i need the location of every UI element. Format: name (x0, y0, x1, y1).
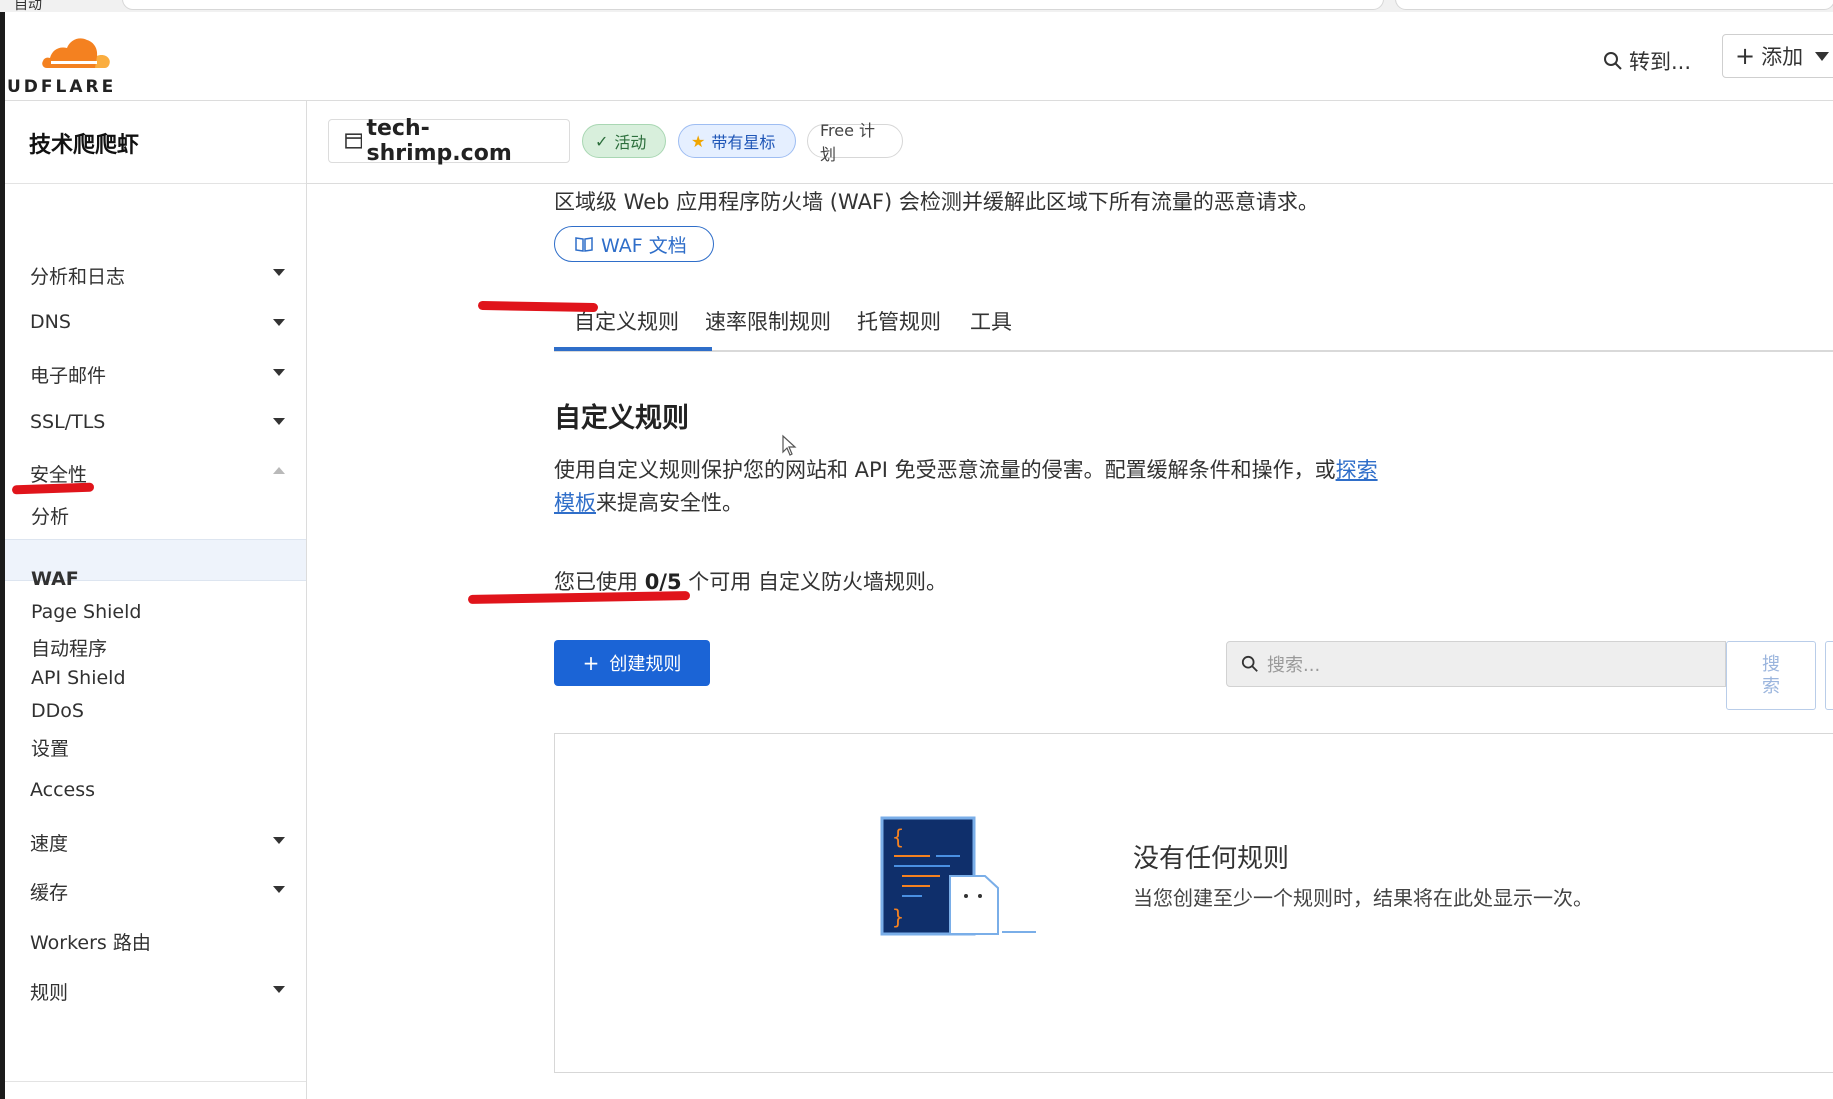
waf-docs-button[interactable]: WAF 文档 (554, 226, 714, 262)
chevron-down-icon[interactable] (273, 269, 285, 276)
search-input[interactable]: 搜索... (1226, 641, 1726, 687)
plus-icon: + (582, 651, 600, 675)
sidebar-sub-page-shield[interactable]: Page Shield (31, 601, 141, 623)
search-button-label: 搜索 (1762, 653, 1780, 697)
tab-rate-limit-rules[interactable]: 速率限制规则 (705, 306, 831, 336)
sidebar-item-access[interactable]: Access (30, 779, 95, 801)
browser-address-bar[interactable] (122, 0, 1384, 10)
add-button[interactable]: + 添加 (1722, 34, 1833, 78)
sidebar-sub-settings[interactable]: 设置 (31, 734, 69, 761)
sidebar-item-caching[interactable]: 缓存 (30, 878, 68, 905)
goto-label: 转到... (1629, 50, 1692, 74)
chevron-down-icon[interactable] (273, 369, 285, 376)
star-icon: ★ (691, 131, 706, 151)
empty-state-title: 没有任何规则 (1133, 844, 1290, 874)
sidebar-item-ssl-tls[interactable]: SSL/TLS (30, 411, 105, 433)
search-placeholder: 搜索... (1267, 655, 1321, 676)
waf-docs-label: WAF 文档 (601, 234, 687, 257)
sidebar-item-rules[interactable]: 规则 (30, 978, 68, 1005)
cloud-icon (42, 38, 110, 68)
book-icon (575, 237, 593, 252)
clear-search-button[interactable] (1825, 641, 1833, 710)
browser-tab-strip: 自动 (0, 0, 1833, 13)
status-badge: ✓ 活动 (582, 124, 666, 158)
svg-text:}: } (892, 905, 904, 929)
section-title: 自定义规则 (554, 403, 689, 434)
zone-domain: tech-shrimp.com (366, 116, 512, 166)
usage-suffix: 个可用 自定义防火墙规则。 (681, 570, 947, 594)
plan-badge: Free 计划 (807, 121, 903, 164)
sidebar-item-email[interactable]: 电子邮件 (30, 361, 106, 388)
star-badge[interactable]: ★ 带有星标 (678, 124, 796, 158)
chevron-down-icon[interactable] (273, 986, 285, 993)
check-icon: ✓ (595, 131, 609, 151)
sidebar-item-analytics-logs[interactable]: 分析和日志 (30, 262, 125, 289)
add-label: 添加 (1761, 45, 1804, 69)
tabs-divider (554, 350, 1833, 352)
divider (5, 1081, 306, 1082)
sidebar-item-workers-routes[interactable]: Workers 路由 (30, 928, 151, 955)
browser-toolbar-pill[interactable] (1395, 0, 1833, 10)
explore-link-part1[interactable]: 探索 (1336, 458, 1378, 482)
sidebar-sub-waf[interactable]: WAF (31, 568, 79, 590)
divider (5, 183, 306, 184)
search-icon (1604, 52, 1622, 70)
chevron-down-icon[interactable] (273, 886, 285, 893)
empty-state-description: 当您创建至少一个规则时，结果将在此处显示一次。 (1133, 886, 1593, 910)
sidebar-sub-bots[interactable]: 自动程序 (31, 634, 107, 661)
cloudflare-logo[interactable]: UDFLARE (5, 28, 130, 98)
plan-badge-label: Free 计划 (820, 121, 876, 164)
sidebar-sub-analytics[interactable]: 分析 (31, 502, 69, 529)
create-rule-label: 创建规则 (609, 654, 682, 675)
top-header: UDFLARE 转到... + 添加 (5, 12, 1833, 101)
goto-search[interactable]: 转到... (1603, 46, 1691, 76)
sidebar-sub-ddos[interactable]: DDoS (31, 700, 84, 722)
mouse-cursor-icon (782, 434, 797, 456)
chevron-up-icon[interactable] (273, 467, 285, 474)
logo-wordmark: UDFLARE (7, 77, 117, 97)
tab-managed-rules[interactable]: 托管规则 (857, 306, 941, 336)
desc-text: 使用自定义规则保护您的网站和 API 免受恶意流量的侵害。配置缓解条件和操作，或 (554, 458, 1336, 482)
empty-state-panel: { } 没有任何规则 当您创建至少一个规则时，结果将在此处显示一次。 (554, 733, 1833, 1073)
chevron-down-icon[interactable] (273, 319, 285, 326)
chevron-down-icon[interactable] (273, 418, 285, 425)
sidebar-sub-api-shield[interactable]: API Shield (31, 667, 126, 689)
sidebar: 技术爬爬虾 分析和日志 DNS 电子邮件 SSL/TLS 安全性 分析 事件 W… (5, 101, 307, 1099)
browser-window-icon (345, 133, 363, 149)
create-rule-button[interactable]: + 创建规则 (554, 640, 710, 686)
svg-text:{: { (892, 825, 904, 849)
waf-intro-text: 区域级 Web 应用程序防火墙 (WAF) 会检测并缓解此区域下所有流量的恶意请… (554, 190, 1319, 214)
chevron-down-icon[interactable] (273, 837, 285, 844)
search-button[interactable]: 搜索 (1726, 641, 1816, 710)
usage-prefix: 您已使用 (554, 570, 645, 594)
document-code-icon: { } (880, 816, 1036, 936)
section-description: 使用自定义规则保护您的网站和 API 免受恶意流量的侵害。配置缓解条件和操作，或… (554, 454, 1434, 520)
zone-selector[interactable]: tech-shrimp.com (328, 116, 570, 166)
main-content: 区域级 Web 应用程序防火墙 (WAF) 会检测并缓解此区域下所有流量的恶意请… (307, 184, 1833, 1099)
search-icon (1241, 655, 1258, 672)
star-badge-label: 带有星标 (711, 133, 776, 152)
explore-link-part2[interactable]: 模板 (554, 491, 596, 515)
active-tab-indicator (554, 347, 712, 351)
chevron-down-icon (1815, 51, 1830, 61)
sidebar-item-dns[interactable]: DNS (30, 311, 71, 333)
tab-tools[interactable]: 工具 (970, 306, 1012, 336)
desc-text-tail: 来提高安全性。 (596, 491, 743, 515)
sidebar-item-speed[interactable]: 速度 (30, 829, 68, 856)
plus-icon: + (1735, 42, 1756, 70)
zone-bar: tech-shrimp.com ✓ 活动 ★ 带有星标 Free 计划 (307, 101, 1833, 184)
status-badge-label: 活动 (614, 133, 647, 152)
account-name[interactable]: 技术爬爬虾 (29, 127, 139, 159)
